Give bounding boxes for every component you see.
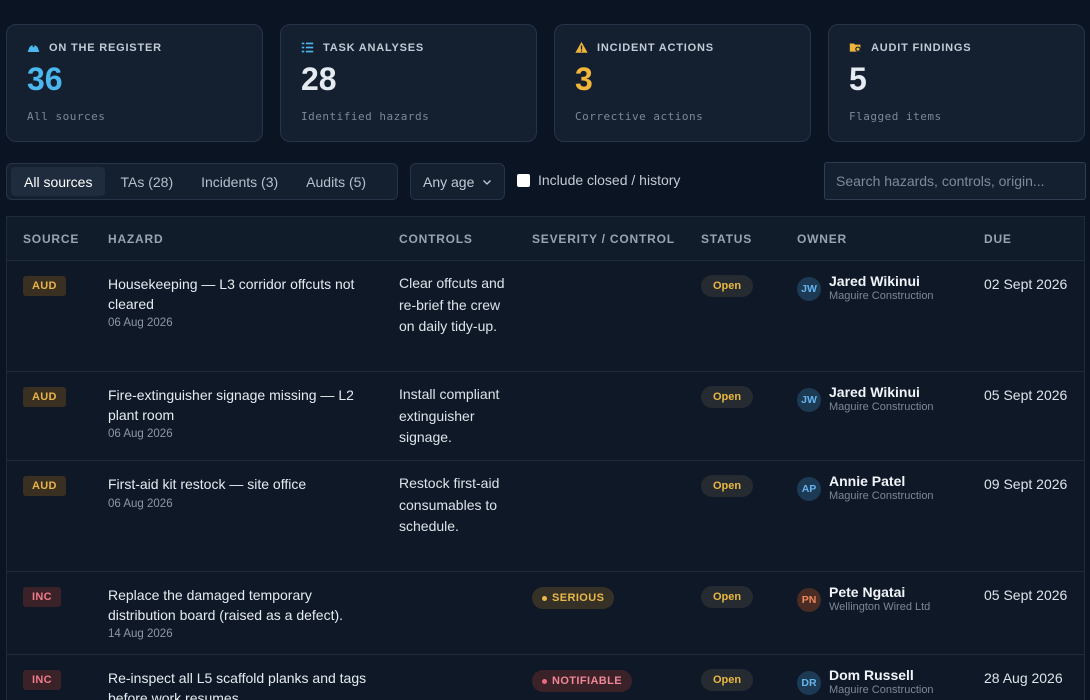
controls-text: Clear offcuts and re-brief the crew on d… bbox=[399, 275, 505, 334]
column-header-source[interactable]: SOURCE bbox=[23, 232, 79, 246]
owner-org: Maguire Construction bbox=[829, 401, 934, 413]
card-incident-actions: INCIDENT ACTIONS 3 Corrective actions bbox=[554, 24, 811, 142]
filter-toolbar: All sources TAs (28) Incidents (3) Audit… bbox=[6, 162, 1086, 200]
hard-hat-icon bbox=[27, 43, 40, 52]
owner-org: Wellington Wired Ltd bbox=[829, 601, 931, 613]
segment-all-sources[interactable]: All sources bbox=[11, 167, 106, 196]
table-row[interactable]: AUD Housekeeping — L3 corridor offcuts n… bbox=[7, 261, 1084, 372]
table-row[interactable]: INC Replace the damaged temporary distri… bbox=[7, 572, 1084, 655]
hazard-title: Replace the damaged temporary distributi… bbox=[108, 587, 344, 623]
column-header-due[interactable]: DUE bbox=[984, 232, 1012, 246]
segment-incidents[interactable]: Incidents (3) bbox=[188, 167, 291, 196]
hazard-date: 06 Aug 2026 bbox=[108, 317, 173, 329]
column-header-controls[interactable]: CONTROLS bbox=[399, 232, 473, 246]
hazard-date: 14 Aug 2026 bbox=[108, 628, 173, 640]
age-select[interactable]: Any age bbox=[410, 163, 505, 200]
source-tag: AUD bbox=[23, 276, 66, 296]
card-label: INCIDENT ACTIONS bbox=[597, 41, 714, 54]
severity-label: NOTIFIABLE bbox=[552, 675, 622, 687]
due-date: 05 Sept 2026 bbox=[984, 587, 1068, 603]
avatar: JW bbox=[797, 277, 821, 301]
severity-badge: NOTIFIABLE bbox=[532, 670, 632, 692]
warning-icon bbox=[575, 41, 588, 53]
card-register: ON THE REGISTER 36 All sources bbox=[6, 24, 263, 142]
include-closed-label: Include closed / history bbox=[538, 172, 681, 188]
hazard-title: Fire-extinguisher signage missing — L2 p… bbox=[108, 387, 354, 423]
card-audit-findings: AUDIT FINDINGS 5 Flagged items bbox=[828, 24, 1085, 142]
due-date: 28 Aug 2026 bbox=[984, 670, 1063, 686]
include-closed-toggle[interactable]: Include closed / history bbox=[517, 172, 680, 188]
controls-text: Restock first-aid consumables to schedul… bbox=[399, 475, 500, 534]
column-header-status[interactable]: STATUS bbox=[701, 232, 752, 246]
source-tag: INC bbox=[23, 587, 61, 607]
column-header-severity[interactable]: SEVERITY / CONTROL bbox=[532, 232, 675, 246]
status-badge: Open bbox=[701, 275, 754, 297]
segment-task-analyses[interactable]: TAs (28) bbox=[107, 167, 186, 196]
severity-label: SERIOUS bbox=[552, 592, 605, 604]
source-segmented-control: All sources TAs (28) Incidents (3) Audit… bbox=[6, 163, 398, 200]
hazard-date: 06 Aug 2026 bbox=[108, 428, 173, 440]
owner-name: Pete Ngatai bbox=[829, 584, 906, 600]
table-row[interactable]: INC Re-inspect all L5 scaffold planks an… bbox=[7, 655, 1084, 700]
table-row[interactable]: AUD Fire-extinguisher signage missing — … bbox=[7, 372, 1084, 461]
card-sub: Identified hazards bbox=[301, 110, 430, 123]
status-badge: Open bbox=[701, 586, 754, 608]
avatar: JW bbox=[797, 388, 821, 412]
hazard-register-table: SOURCE HAZARD CONTROLS SEVERITY / CONTRO… bbox=[6, 216, 1085, 700]
owner-name: Jared Wikinui bbox=[829, 273, 920, 289]
card-value: 28 bbox=[301, 61, 337, 97]
segment-audits[interactable]: Audits (5) bbox=[293, 167, 379, 196]
status-badge: Open bbox=[701, 386, 754, 408]
due-date: 05 Sept 2026 bbox=[984, 387, 1068, 403]
card-task-analyses: TASK ANALYSES 28 Identified hazards bbox=[280, 24, 537, 142]
card-label: AUDIT FINDINGS bbox=[871, 41, 972, 54]
source-tag: INC bbox=[23, 670, 61, 690]
owner-name: Dom Russell bbox=[829, 667, 914, 683]
hazard-title: Housekeeping — L3 corridor offcuts not c… bbox=[108, 276, 355, 312]
card-sub: All sources bbox=[27, 110, 106, 123]
column-header-hazard[interactable]: HAZARD bbox=[108, 232, 163, 246]
due-date: 09 Sept 2026 bbox=[984, 476, 1068, 492]
hazard-title: First-aid kit restock — site office bbox=[108, 476, 307, 492]
severity-badge: SERIOUS bbox=[532, 587, 615, 609]
age-select-value: Any age bbox=[423, 173, 475, 190]
avatar: DR bbox=[797, 671, 821, 695]
summary-cards: ON THE REGISTER 36 All sources TASK ANAL… bbox=[6, 24, 1085, 142]
folder-search-icon bbox=[849, 43, 862, 53]
owner-org: Maguire Construction bbox=[829, 684, 934, 696]
severity-dot bbox=[542, 595, 547, 601]
chevron-down-icon bbox=[483, 179, 492, 185]
card-sub: Corrective actions bbox=[575, 110, 704, 123]
hazard-date: 06 Aug 2026 bbox=[108, 497, 173, 510]
owner-org: Maguire Construction bbox=[829, 490, 934, 502]
status-badge: Open bbox=[701, 669, 754, 691]
include-closed-checkbox[interactable] bbox=[517, 173, 530, 187]
table-row[interactable]: AUD First-aid kit restock — site office … bbox=[7, 461, 1084, 572]
owner-name: Jared Wikinui bbox=[829, 384, 920, 400]
card-value: 5 bbox=[849, 61, 867, 97]
card-value: 3 bbox=[575, 61, 593, 97]
column-header-owner[interactable]: OWNER bbox=[797, 232, 847, 246]
avatar: PN bbox=[797, 588, 821, 612]
table-header: SOURCE HAZARD CONTROLS SEVERITY / CONTRO… bbox=[7, 217, 1084, 261]
card-label: TASK ANALYSES bbox=[323, 41, 425, 54]
search-input[interactable] bbox=[824, 162, 1086, 200]
card-sub: Flagged items bbox=[849, 110, 942, 123]
controls-text: Install compliant extinguisher signage. bbox=[399, 386, 500, 445]
source-tag: AUD bbox=[23, 387, 66, 407]
status-badge: Open bbox=[701, 475, 754, 497]
card-value: 36 bbox=[27, 61, 63, 97]
hazard-title: Re-inspect all L5 scaffold planks and ta… bbox=[108, 670, 367, 700]
owner-org: Maguire Construction bbox=[829, 290, 934, 302]
avatar: AP bbox=[797, 477, 821, 501]
list-icon bbox=[301, 42, 314, 53]
severity-dot bbox=[542, 678, 547, 684]
owner-name: Annie Patel bbox=[829, 473, 906, 489]
card-label: ON THE REGISTER bbox=[49, 41, 162, 54]
source-tag: AUD bbox=[23, 476, 66, 496]
due-date: 02 Sept 2026 bbox=[984, 276, 1068, 292]
